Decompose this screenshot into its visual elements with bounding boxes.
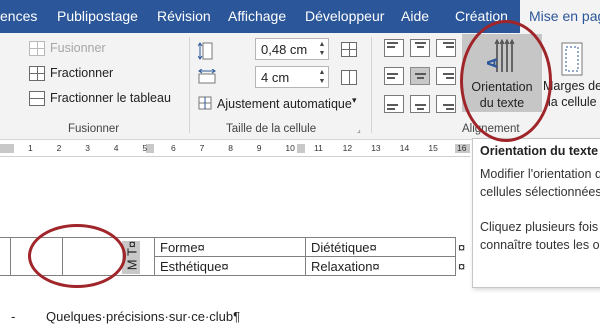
horizontal-ruler[interactable]: 1 2 3 4 5 6 7 8 9 10 11 12 13 14 15 16: [0, 140, 470, 157]
ruler-number: 9: [256, 143, 262, 153]
row-height-value: 0,48 cm: [261, 42, 308, 57]
tooltip-line: Cliquez plusieurs fois su: [480, 220, 600, 234]
ruler-number: 13: [371, 143, 381, 153]
end-of-row-mark: ¤: [458, 239, 466, 255]
tab-publipostage[interactable]: Publipostage: [57, 0, 138, 33]
merge-group-label: Fusionner: [68, 123, 120, 135]
cell-margins-icon[interactable]: [560, 41, 584, 77]
ruler-number: 4: [113, 143, 119, 153]
split-table-button[interactable]: Fractionner le tableau: [50, 91, 171, 105]
table-cell-relaxation[interactable]: Relaxation¤: [305, 256, 456, 276]
ruler-number: 3: [85, 143, 90, 153]
tab-aide[interactable]: Aide: [401, 0, 429, 33]
group-separator: [371, 37, 372, 133]
ruler-number: 7: [199, 143, 205, 153]
ruler-number: 16: [457, 143, 467, 153]
text-orientation-tooltip: Orientation du texte Modifier l'orientat…: [472, 138, 600, 288]
cell-margins-label-line2[interactable]: la cellule: [548, 95, 597, 109]
column-width-spinner-icon[interactable]: ▲ ▼: [318, 68, 326, 86]
tooltip-line: cellules sélectionnées.: [480, 185, 600, 199]
highlight-ellipse-orientation-button: [460, 20, 552, 142]
ruler-number: 5: [142, 143, 148, 153]
ruler-margin: [0, 144, 14, 153]
row-height-input[interactable]: 0,48 cm ▲ ▼: [255, 38, 329, 60]
tooltip-line: Modifier l'orientation d: [480, 167, 600, 181]
align-bottom-left-icon[interactable]: [384, 95, 404, 113]
merge-cells-icon: [29, 41, 45, 56]
column-width-value: 4 cm: [261, 70, 290, 85]
table-cell[interactable]: [0, 237, 11, 276]
table-cell-esthetique[interactable]: Esthétique¤: [154, 256, 306, 276]
highlight-ellipse-rotated-cell: [28, 224, 126, 288]
align-middle-left-icon[interactable]: [384, 67, 404, 85]
document-heading[interactable]: Quelques·précisions·sur·ce·club¶: [46, 309, 240, 324]
align-middle-right-icon[interactable]: [436, 67, 456, 85]
autofit-button[interactable]: Ajustement automatique: [217, 97, 352, 111]
ruler-column-marker[interactable]: [297, 144, 305, 153]
cell-size-group-label: Taille de la cellule: [226, 123, 317, 135]
group-separator: [189, 37, 190, 133]
tab-references[interactable]: ences: [0, 0, 37, 33]
distribute-columns-icon[interactable]: [341, 70, 357, 85]
split-table-icon: [29, 91, 45, 106]
end-of-row-mark: ¤: [458, 258, 466, 274]
ruler-number: 12: [342, 143, 353, 153]
tooltip-line: connaître toutes les orie: [480, 238, 600, 252]
distribute-rows-icon[interactable]: [341, 42, 357, 57]
heading-bullet: -: [11, 309, 16, 324]
ruler-number: 6: [171, 143, 176, 153]
tab-revision[interactable]: Révision: [157, 0, 211, 33]
ruler-number: 14: [399, 143, 410, 153]
column-width-input[interactable]: 4 cm ▲ ▼: [255, 66, 329, 88]
autofit-icon: [198, 96, 212, 110]
cell-size-dialog-launcher-icon[interactable]: ⌟: [357, 125, 361, 134]
ruler-number: 11: [314, 143, 323, 153]
merge-cells-button[interactable]: Fusionner: [50, 41, 106, 55]
align-bottom-center-icon[interactable]: [410, 95, 430, 113]
table-cell-forme[interactable]: Forme¤: [154, 237, 306, 257]
ruler-column-marker[interactable]: [146, 144, 154, 153]
tab-affichage[interactable]: Affichage: [228, 0, 286, 33]
ruler-number: 2: [56, 143, 62, 153]
row-height-spinner-icon[interactable]: ▲ ▼: [318, 40, 326, 58]
autofit-dropdown-icon[interactable]: ▾: [352, 95, 357, 106]
ruler-number: 10: [285, 143, 295, 153]
row-height-icon: [198, 42, 213, 60]
ruler-number: 1: [28, 143, 33, 153]
column-width-icon: [198, 69, 216, 84]
split-cells-icon: [29, 66, 45, 81]
align-bottom-right-icon[interactable]: [436, 95, 456, 113]
rotated-cell-text: M T¤: [124, 240, 140, 271]
align-middle-center-icon[interactable]: [410, 67, 430, 85]
ruler-number: 8: [228, 143, 233, 153]
tooltip-title: Orientation du texte: [480, 144, 599, 158]
align-top-center-icon[interactable]: [410, 39, 430, 57]
table-cell-dietetique[interactable]: Diététique¤: [305, 237, 456, 257]
split-cells-button[interactable]: Fractionner: [50, 66, 113, 80]
align-top-left-icon[interactable]: [384, 39, 404, 57]
tab-developpeur[interactable]: Développeur: [305, 0, 384, 33]
align-top-right-icon[interactable]: [436, 39, 456, 57]
tab-mise-en-page[interactable]: Mise en page: [520, 0, 600, 33]
ruler-number: 15: [428, 143, 438, 153]
